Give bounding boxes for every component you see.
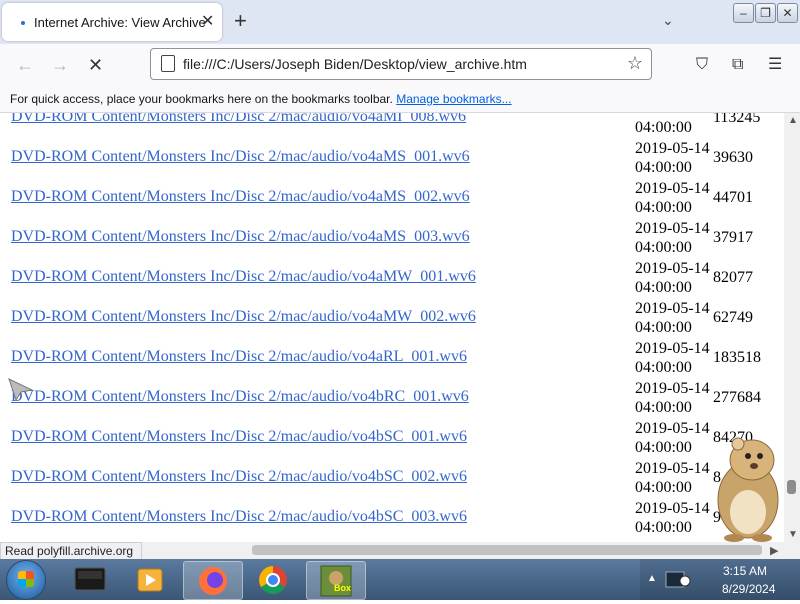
stop-icon[interactable]: ✕ <box>88 55 103 75</box>
page-content: DVD-ROM Content/Monsters Inc/Disc 2/mac/… <box>0 113 784 542</box>
file-link[interactable]: DVD-ROM Content/Monsters Inc/Disc 2/mac/… <box>11 268 476 286</box>
address-bar[interactable]: file:///C:/Users/Joseph Biden/Desktop/vi… <box>150 48 652 80</box>
hamster-icon <box>717 437 779 542</box>
media-player-icon <box>74 567 106 591</box>
close-icon[interactable]: ✕ <box>201 12 214 32</box>
table-row: DVD-ROM Content/Monsters Inc/Disc 2/mac/… <box>0 113 784 136</box>
file-size: 183518 <box>713 349 761 366</box>
windows-logo-icon <box>18 571 34 587</box>
scroll-right-icon[interactable]: ▶ <box>770 544 778 557</box>
box-app-icon <box>320 565 352 597</box>
arrow-left-icon[interactable]: ← <box>16 55 34 75</box>
tab-view-archive[interactable]: Internet Archive: View Archive ✕ <box>2 3 222 41</box>
media-player-app[interactable] <box>61 561 119 598</box>
clock-date[interactable]: 8/29/2024 <box>722 582 775 596</box>
hamburger-icon[interactable]: ☰ <box>768 55 782 75</box>
table-row: DVD-ROM Content/Monsters Inc/Disc 2/mac/… <box>0 495 784 536</box>
file-icon <box>161 55 175 72</box>
file-date: 2019-05-1404:00:00 <box>635 300 710 336</box>
file-link[interactable]: DVD-ROM Content/Monsters Inc/Disc 2/mac/… <box>11 188 470 206</box>
file-link[interactable]: DVD-ROM Content/Monsters Inc/Disc 2/mac/… <box>11 388 469 406</box>
system-tray: ▲ <box>640 559 800 600</box>
file-date: 2019-05-1404:00:00 <box>635 460 710 496</box>
file-size: 277684 <box>713 389 761 406</box>
pocket-icon[interactable]: ⛉ <box>696 55 708 75</box>
table-row: DVD-ROM Content/Monsters Inc/Disc 2/mac/… <box>0 295 784 336</box>
firefox-app[interactable] <box>183 561 243 600</box>
action-center-icon[interactable] <box>664 567 692 593</box>
file-link[interactable]: DVD-ROM Content/Monsters Inc/Disc 2/mac/… <box>11 348 467 366</box>
file-link[interactable]: DVD-ROM Content/Monsters Inc/Disc 2/mac/… <box>11 468 467 486</box>
file-link[interactable]: DVD-ROM Content/Monsters Inc/Disc 2/mac/… <box>11 148 470 166</box>
puzzle-icon[interactable]: ⧉ <box>732 55 743 75</box>
arrow-right-icon[interactable]: → <box>51 55 69 75</box>
star-icon[interactable]: ☆ <box>627 53 643 74</box>
file-link[interactable]: DVD-ROM Content/Monsters Inc/Disc 2/mac/… <box>11 508 467 526</box>
vertical-scrollbar[interactable]: ▲ ▼ <box>784 113 800 542</box>
plus-icon[interactable]: + <box>234 9 247 33</box>
url-text[interactable]: file:///C:/Users/Joseph Biden/Desktop/vi… <box>183 56 527 72</box>
table-row: DVD-ROM Content/Monsters Inc/Disc 2/mac/… <box>0 175 784 216</box>
file-size: 37917 <box>713 229 753 246</box>
file-date: 2019-05-1404:00:00 <box>635 260 710 296</box>
box-label: Box <box>334 583 352 593</box>
table-row: DVD-ROM Content/Monsters Inc/Disc 2/mac/… <box>0 455 784 496</box>
file-date: 2019-05-1404:00:00 <box>635 500 710 536</box>
file-size: 113245 <box>713 113 761 126</box>
manage-bookmarks-link[interactable]: Manage bookmarks... <box>396 92 511 106</box>
maximize-icon[interactable]: ❐ <box>755 3 776 23</box>
file-size: 62749 <box>713 309 753 326</box>
file-date: 2019-05-1404:00:00 <box>635 380 710 416</box>
file-date: 2019-05-1404:00:00 <box>635 180 710 216</box>
file-date: 2019-05-1404:00:00 <box>635 140 710 176</box>
scroll-down-icon[interactable]: ▼ <box>788 529 798 540</box>
video-player-app[interactable] <box>122 561 180 598</box>
chevron-down-icon[interactable]: ⌄ <box>662 12 674 29</box>
play-icon <box>137 568 163 592</box>
start-button[interactable] <box>6 560 46 600</box>
clock-time[interactable]: 3:15 AM <box>723 564 767 578</box>
table-row: DVD-ROM Content/Monsters Inc/Disc 2/mac/… <box>0 135 784 176</box>
file-date: 2019-05-1404:00:00 <box>635 420 710 456</box>
chrome-icon <box>259 566 287 594</box>
file-link[interactable]: DVD-ROM Content/Monsters Inc/Disc 2/mac/… <box>11 113 466 126</box>
table-row: DVD-ROM Content/Monsters Inc/Disc 2/mac/… <box>0 335 784 376</box>
table-row: DVD-ROM Content/Monsters Inc/Disc 2/mac/… <box>0 215 784 256</box>
scrollbar-thumb[interactable] <box>787 480 796 494</box>
file-date: 2019-05-1404:00:00 <box>635 220 710 256</box>
file-size: 39630 <box>713 149 753 166</box>
file-link[interactable]: DVD-ROM Content/Monsters Inc/Disc 2/mac/… <box>11 428 467 446</box>
table-row: DVD-ROM Content/Monsters Inc/Disc 2/mac/… <box>0 375 784 416</box>
tab-strip: Internet Archive: View Archive ✕ + ⌄ – ❐… <box>0 0 800 44</box>
tab-title: Internet Archive: View Archive <box>34 15 206 30</box>
file-date: 2019-05-1404:00:00 <box>635 340 710 376</box>
bookmarks-hint: For quick access, place your bookmarks h… <box>10 92 512 106</box>
bookmarks-toolbar: For quick access, place your bookmarks h… <box>0 86 800 113</box>
show-hidden-icons-icon[interactable]: ▲ <box>647 573 657 584</box>
window-close-icon[interactable]: ✕ <box>777 3 798 23</box>
file-date: 2019-05-1404:00:00 <box>635 113 710 136</box>
navigation-toolbar: ← → ✕ file:///C:/Users/Joseph Biden/Desk… <box>0 44 800 86</box>
minimize-icon[interactable]: – <box>733 3 754 23</box>
horizontal-scrollbar-thumb[interactable] <box>252 545 762 555</box>
table-row: 2019-05-14 <box>0 535 784 542</box>
file-link[interactable]: DVD-ROM Content/Monsters Inc/Disc 2/mac/… <box>11 228 470 246</box>
chrome-app[interactable] <box>244 561 302 598</box>
taskbar: Box ▲ 3:15 AM 8/29/2024 <box>0 559 800 600</box>
file-size: 44701 <box>713 189 753 206</box>
box-app[interactable]: Box <box>306 561 366 600</box>
scroll-up-icon[interactable]: ▲ <box>788 115 798 126</box>
mouse-cursor-icon <box>8 378 34 402</box>
table-row: DVD-ROM Content/Monsters Inc/Disc 2/mac/… <box>0 415 784 456</box>
firefox-icon <box>199 567 227 595</box>
file-size: 82077 <box>713 269 753 286</box>
archive-listing: DVD-ROM Content/Monsters Inc/Disc 2/mac/… <box>0 113 784 542</box>
loading-indicator-icon <box>21 21 25 25</box>
table-row: DVD-ROM Content/Monsters Inc/Disc 2/mac/… <box>0 255 784 296</box>
file-link[interactable]: DVD-ROM Content/Monsters Inc/Disc 2/mac/… <box>11 308 476 326</box>
